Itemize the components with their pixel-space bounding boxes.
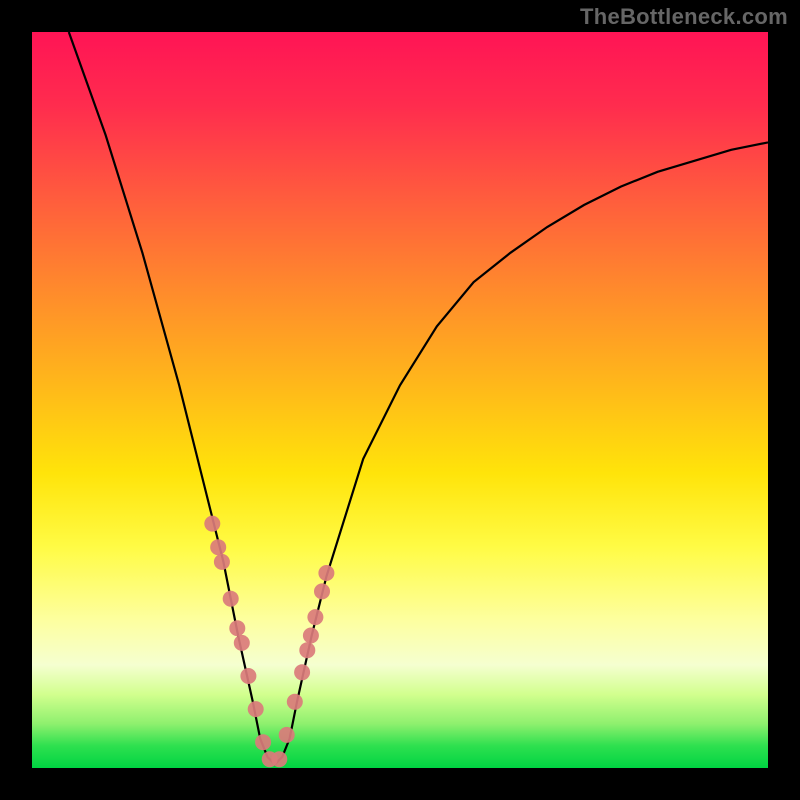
- highlight-dot: [287, 694, 303, 710]
- watermark-text: TheBottleneck.com: [580, 4, 788, 30]
- highlight-dot: [314, 583, 330, 599]
- highlight-dots: [204, 516, 334, 768]
- chart-frame: TheBottleneck.com: [0, 0, 800, 800]
- highlight-dot: [229, 620, 245, 636]
- highlight-dot: [210, 539, 226, 555]
- highlight-dot: [240, 668, 256, 684]
- highlight-dot: [248, 701, 264, 717]
- highlight-dot: [279, 727, 295, 743]
- highlight-dot: [204, 516, 220, 532]
- highlight-dot: [271, 751, 287, 767]
- bottleneck-curve: [69, 32, 768, 764]
- highlight-dot: [294, 664, 310, 680]
- highlight-dot: [255, 734, 271, 750]
- chart-svg: [32, 32, 768, 768]
- plot-area: [32, 32, 768, 768]
- highlight-dot: [234, 635, 250, 651]
- highlight-dot: [223, 591, 239, 607]
- highlight-dot: [318, 565, 334, 581]
- highlight-dot: [214, 554, 230, 570]
- highlight-dot: [303, 628, 319, 644]
- highlight-dot: [299, 642, 315, 658]
- highlight-dot: [307, 609, 323, 625]
